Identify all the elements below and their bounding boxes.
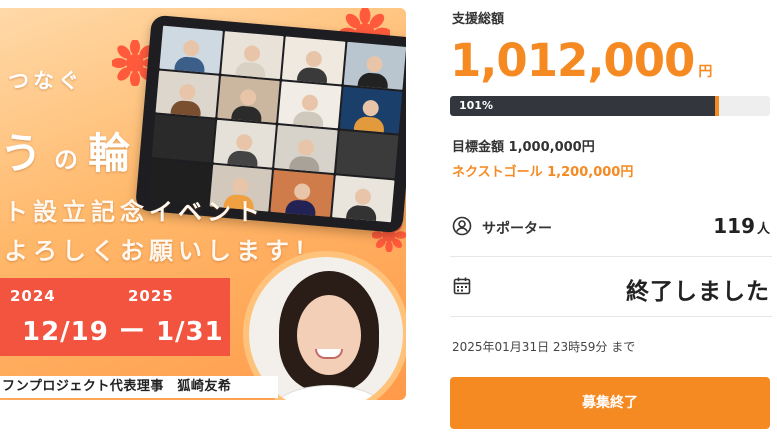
progress-bar: 101%	[450, 96, 770, 116]
banner-title-right: 輪	[88, 129, 131, 178]
deadline-text: 2025年01月31日 23時59分 まで	[452, 340, 636, 354]
date-start-year: 2024	[10, 287, 56, 305]
banner-greeting: よろしくお願いします！	[4, 237, 323, 265]
supporters-count-unit: 人	[756, 222, 770, 237]
supporters-row: サポーター 119 人	[450, 202, 772, 252]
supporters-label: サポーター	[482, 221, 552, 237]
banner-subtitle: ト設立記念イベント	[4, 198, 265, 226]
event-date-box: 2024 2025 12/19 ー 1/31	[0, 278, 230, 356]
banner-title-left: う	[0, 129, 43, 178]
banner-title-mid: の	[54, 146, 79, 174]
recruitment-closed-button[interactable]: 募集終了	[450, 377, 770, 429]
date-end-year: 2025	[128, 287, 174, 305]
divider	[450, 256, 772, 257]
divider	[450, 316, 772, 317]
status-row: 終了しました	[450, 262, 772, 312]
goal-amount: 目標金額 1,000,000円	[452, 140, 595, 155]
banner-title: うの輪	[0, 120, 130, 181]
project-banner-image: つなぐ うの輪 ト設立記念イベント よろしくお願いします！ 2024 2025 …	[0, 8, 406, 400]
total-amount-value: 1,012,000	[450, 34, 695, 87]
supporters-count-value: 119	[713, 214, 755, 238]
progress-percent: 101%	[459, 99, 493, 112]
funding-panel: 支援総額 1,012,000 円 101% 目標金額 1,000,000円 ネクス…	[450, 0, 772, 437]
supporters-count: 119 人	[713, 214, 770, 238]
date-range: 12/19 ー 1/31	[22, 317, 224, 347]
next-goal-amount: ネクストゴール 1,200,000円	[452, 165, 634, 180]
total-label: 支援総額	[452, 12, 505, 27]
person-icon	[452, 216, 472, 236]
calendar-icon	[452, 276, 472, 296]
banner-caption: フンプロジェクト代表理事 狐崎友希	[0, 376, 278, 398]
total-amount-unit: 円	[698, 64, 713, 80]
banner-tagline: つなぐ	[8, 69, 83, 93]
total-amount: 1,012,000 円	[450, 34, 712, 87]
status-text: 終了しました	[626, 279, 770, 305]
